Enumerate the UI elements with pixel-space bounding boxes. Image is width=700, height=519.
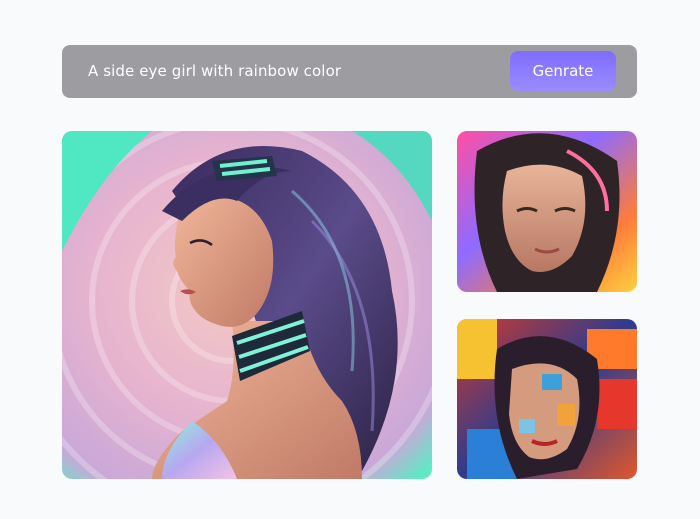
prompt-bar: A side eye girl with rainbow color Genra… xyxy=(62,45,637,98)
generate-button[interactable]: Genrate xyxy=(510,51,616,91)
prompt-input[interactable]: A side eye girl with rainbow color xyxy=(88,45,341,98)
main-generated-image[interactable] xyxy=(62,131,432,479)
thumbnail-image-2[interactable] xyxy=(457,319,637,479)
portrait-abstract-image xyxy=(457,319,637,479)
portrait-frontal-image xyxy=(457,131,637,292)
thumbnail-image-1[interactable] xyxy=(457,131,637,292)
portrait-profile-image xyxy=(62,131,432,479)
